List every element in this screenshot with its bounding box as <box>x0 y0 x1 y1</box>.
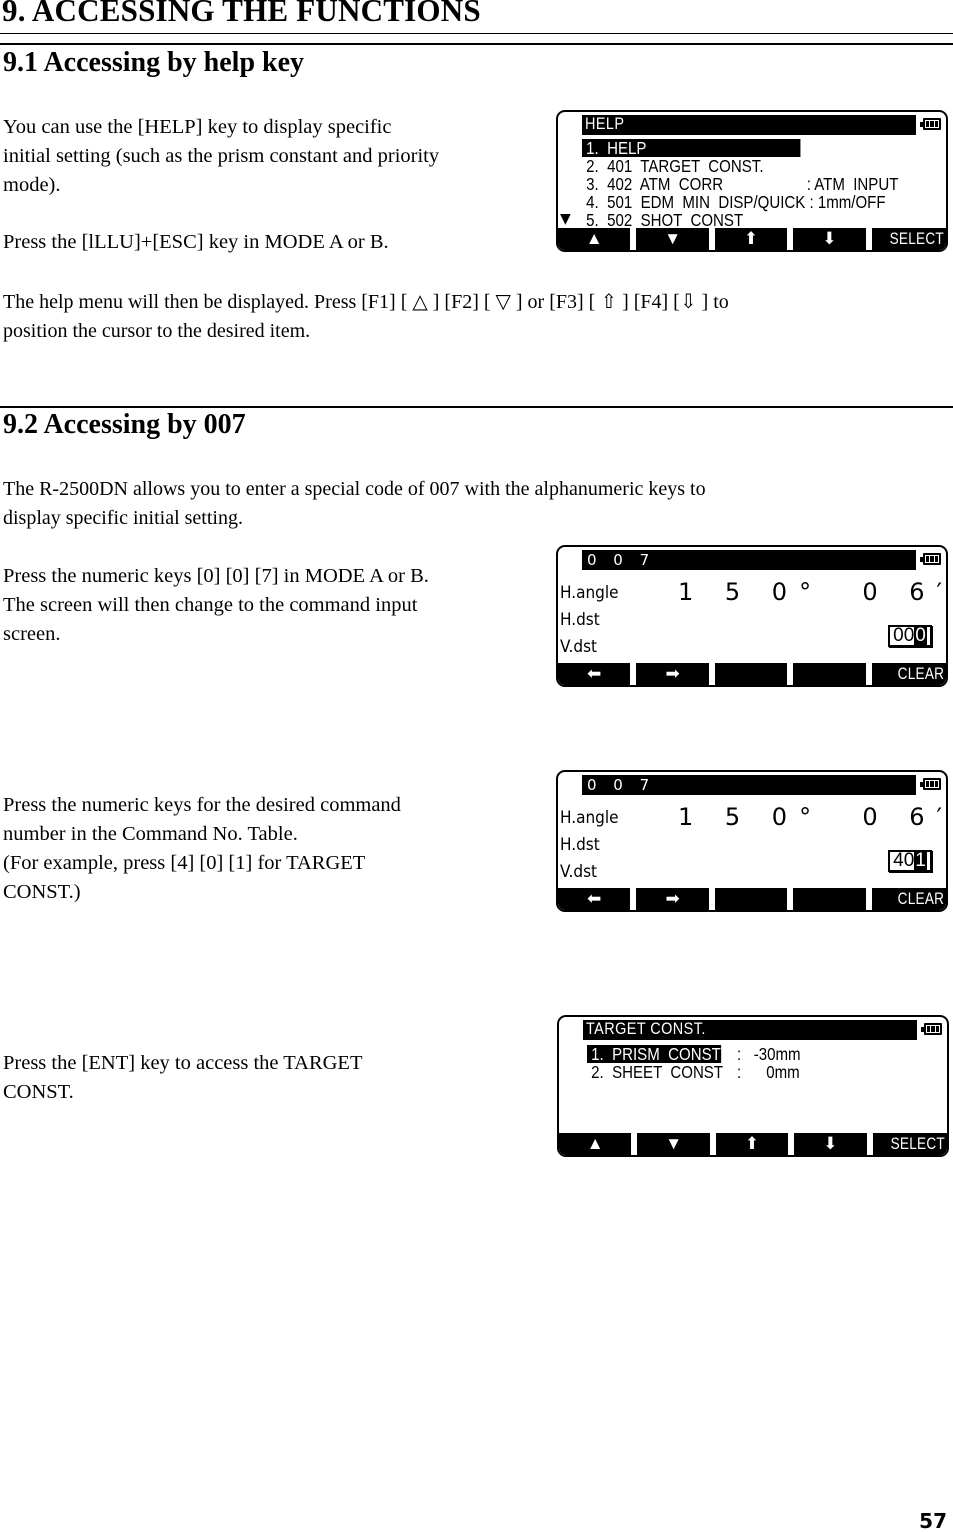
scroll-down-indicator-icon: ▼ <box>560 211 571 227</box>
code-digits: 40 <box>893 850 915 871</box>
paragraph: Press the numeric keys [0] [0] [7] in MO… <box>3 565 429 645</box>
paragraph: Press the [ENT] key to access the TARGET… <box>3 1052 363 1103</box>
lcd-title-bar: TARGET CONST. <box>583 1019 943 1040</box>
arrow-down-icon: ⬇ <box>822 229 837 248</box>
h-angle-label: H.angle <box>560 808 619 828</box>
h-dst-label: H.dst <box>560 610 600 630</box>
f3-page-up-key[interactable]: ⬆ <box>715 1133 789 1155</box>
f4-page-down-key[interactable]: ⬇ <box>793 228 866 250</box>
f2-right-key[interactable]: ➡ <box>636 888 709 910</box>
arrow-up-icon: ⬆ <box>743 229 759 248</box>
code-cursor: 0 <box>914 625 927 646</box>
paragraph: The R-2500DN allows you to enter a speci… <box>3 478 706 529</box>
f2-down-key[interactable]: ▼ <box>636 228 709 250</box>
select-key[interactable]: SELECT <box>871 228 946 250</box>
lcd-title: HELP <box>585 114 625 133</box>
lcd-title-bar: HELP <box>582 114 942 135</box>
menu-item-selected[interactable]: 1. PRISM CONST <box>587 1045 721 1063</box>
paragraph: Press the numeric keys for the desired c… <box>3 794 401 903</box>
select-key[interactable]: SELECT <box>872 1133 947 1155</box>
menu-item[interactable]: 5. 502 SHOT CONST <box>582 211 743 229</box>
battery-icon <box>916 550 942 570</box>
section-title-9-2: 9.2 Accessing by 007 <box>3 409 246 440</box>
divider <box>0 43 953 45</box>
f2-right-key[interactable]: ➡ <box>636 663 709 685</box>
command-code-input[interactable]: 00 0 <box>888 625 932 647</box>
f3-page-up-key[interactable]: ⬆ <box>714 228 788 250</box>
menu-item[interactable]: 2. SHEET CONST <box>587 1063 723 1081</box>
f3-blank-key[interactable] <box>714 888 788 910</box>
paragraph: You can use the [HELP] key to display sp… <box>3 116 440 196</box>
lcd-title-bar: 0 0 7 <box>582 550 942 570</box>
lcd-title: TARGET CONST. <box>586 1019 706 1038</box>
v-dst-label: V.dst <box>560 637 598 657</box>
arrow-up-icon: ⬆ <box>744 1134 760 1153</box>
triangle-up-icon: ▲ <box>585 229 603 248</box>
triangle-up-icon: ▲ <box>586 1134 604 1153</box>
f4-page-down-key[interactable]: ⬇ <box>794 1133 867 1155</box>
f3-blank-key[interactable] <box>714 663 788 685</box>
f1-up-key[interactable]: ▲ <box>559 1133 632 1155</box>
lcd-title: 0 0 7 <box>587 551 656 569</box>
clear-label: CLEAR <box>897 889 945 908</box>
arrow-right-icon: ➡ <box>665 664 680 683</box>
command-code-input[interactable]: 40 1 <box>888 850 932 872</box>
lcd-screen-target-const: TARGET CONST. 1. PRISM CONST : -30mm 2. … <box>557 1015 949 1157</box>
chapter-title: 9. ACCESSING THE FUNCTIONS <box>2 0 481 28</box>
f2-down-key[interactable]: ▼ <box>637 1133 710 1155</box>
lcd-screen-help: HELP 1. HELP 2. 401 TARGET CONST. 3. 402… <box>556 110 948 252</box>
paragraph: The help menu will then be displayed. Pr… <box>3 291 729 342</box>
triangle-down-icon: ▼ <box>664 229 682 248</box>
f1-left-key[interactable]: ⬅ <box>558 663 631 685</box>
section-title-9-1: 9.1 Accessing by help key <box>3 47 305 78</box>
lcd-title-bar: 0 0 7 <box>582 775 942 795</box>
page-number: 57 <box>919 1509 947 1533</box>
softkey-bar: ⬅ ➡ CLEAR <box>558 888 946 910</box>
arrow-down-icon: ⬇ <box>823 1134 838 1153</box>
softkey-bar: ⬅ ➡ CLEAR <box>558 663 946 685</box>
f1-left-key[interactable]: ⬅ <box>558 888 631 910</box>
divider <box>0 33 953 34</box>
h-angle-value: 1 5 0° 0 6′ 1 0″ <box>678 578 942 606</box>
code-digits: 00 <box>893 625 915 646</box>
menu-item[interactable]: 2. 401 TARGET CONST. <box>582 157 763 175</box>
lcd-title: 0 0 7 <box>587 776 656 794</box>
v-dst-label: V.dst <box>560 862 598 882</box>
battery-icon <box>917 1020 943 1040</box>
softkey-bar: ▲ ▼ ⬆ ⬇ SELECT <box>558 228 946 250</box>
menu-item-value: : 0mm <box>737 1062 800 1082</box>
code-cursor: 1 <box>914 850 927 871</box>
arrow-left-icon: ⬅ <box>587 664 602 683</box>
battery-icon <box>916 115 942 135</box>
arrow-right-icon: ➡ <box>665 889 680 908</box>
h-dst-label: H.dst <box>560 835 600 855</box>
softkey-bar: ▲ ▼ ⬆ ⬇ SELECT <box>559 1133 947 1155</box>
lcd-screen-command-entry-401: 0 0 7 H.angle 1 5 0° 0 6′ 1 0″ H.dst V.d… <box>556 770 948 912</box>
select-label: SELECT <box>890 1134 946 1153</box>
f1-up-key[interactable]: ▲ <box>558 228 631 250</box>
paragraph: Press the [lLLU]+[ESC] key in MODE A or … <box>3 231 389 253</box>
menu-item-value: : -30mm <box>737 1044 801 1064</box>
lcd-screen-command-entry: 0 0 7 H.angle 1 5 0° 0 6′ 1 0″ H.dst V.d… <box>556 545 948 687</box>
h-angle-value: 1 5 0° 0 6′ 1 0″ <box>678 803 942 831</box>
f4-blank-key[interactable] <box>793 888 866 910</box>
battery-icon <box>916 775 942 795</box>
select-label: SELECT <box>889 229 945 248</box>
clear-key[interactable]: CLEAR <box>871 663 946 685</box>
arrow-left-icon: ⬅ <box>587 889 602 908</box>
menu-item-selected[interactable]: 1. HELP <box>582 139 801 157</box>
clear-label: CLEAR <box>897 664 945 683</box>
menu-item[interactable]: 3. 402 ATM CORR : ATM INPUT <box>582 175 898 193</box>
h-angle-label: H.angle <box>560 583 619 603</box>
clear-key[interactable]: CLEAR <box>871 888 946 910</box>
divider <box>0 406 953 408</box>
triangle-down-icon: ▼ <box>665 1134 683 1153</box>
f4-blank-key[interactable] <box>793 663 866 685</box>
menu-item[interactable]: 4. 501 EDM MIN DISP/QUICK : 1mm/OFF <box>582 193 885 211</box>
